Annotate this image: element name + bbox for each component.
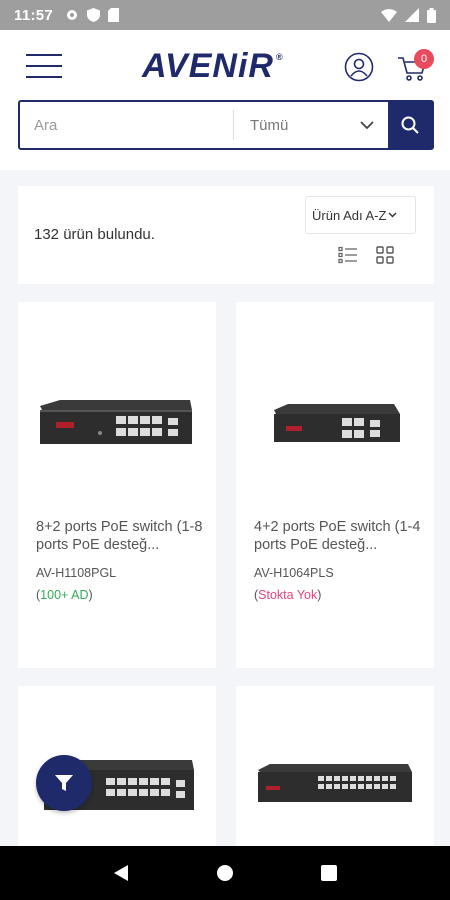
status-bar: 11:57 (0, 0, 450, 30)
category-select[interactable]: Tümü (234, 102, 388, 148)
search-input[interactable] (20, 102, 233, 148)
grid-view-icon[interactable] (376, 246, 394, 264)
recents-icon[interactable] (320, 865, 337, 881)
sort-select[interactable]: Ürün Adı A-Z (305, 196, 416, 234)
app-header: AVENiR® 0 Tümü (0, 30, 450, 170)
brand-logo[interactable]: AVENiR ® (142, 46, 312, 86)
status-time: 11:57 (14, 6, 54, 24)
shield-icon (87, 8, 101, 22)
signal-icon (405, 8, 419, 22)
battery-icon (427, 7, 436, 23)
back-icon[interactable] (113, 864, 129, 882)
chevron-down-icon (388, 212, 397, 218)
filter-button[interactable] (36, 755, 92, 811)
product-title[interactable]: 4+2 ports PoE switch (1-4 ports PoE dest… (254, 518, 424, 554)
chevron-down-icon (360, 120, 374, 129)
product-sku: AV-H1064PLS (254, 566, 334, 580)
category-select-value: Tümü (250, 116, 289, 134)
sort-select-value: Ürün Adı A-Z (312, 207, 387, 223)
results-toolbar: 132 ürün bulundu. Ürün Adı A-Z (18, 186, 434, 284)
stock-status: (Stokta Yok) (254, 588, 322, 602)
filter-icon (55, 775, 73, 791)
result-count: 132 ürün bulundu. (34, 226, 155, 243)
stock-status: (100+ AD) (36, 588, 93, 602)
sd-card-icon (108, 8, 120, 22)
user-icon[interactable] (344, 52, 374, 82)
product-card[interactable]: 4+2 ports PoE switch (1-4 ports PoE dest… (236, 302, 434, 668)
product-card[interactable]: 8+2 ports PoE switch (1-8 ports PoE dest… (18, 302, 216, 668)
search-button[interactable] (388, 102, 432, 148)
product-image (274, 404, 400, 442)
product-image (258, 764, 412, 802)
stock-status-value: 100+ AD (40, 588, 89, 602)
list-view-icon[interactable] (338, 246, 358, 264)
product-card[interactable] (236, 686, 434, 866)
product-title[interactable]: 8+2 ports PoE switch (1-8 ports PoE dest… (36, 518, 206, 554)
hamburger-menu-icon[interactable] (26, 54, 62, 78)
system-navigation-bar (0, 846, 450, 900)
stock-status-value: Stokta Yok (258, 588, 318, 602)
settings-icon (67, 10, 78, 20)
cart-count-badge: 0 (414, 49, 434, 69)
wifi-icon (381, 8, 397, 22)
product-image (40, 400, 192, 444)
product-sku: AV-H1108PGL (36, 566, 117, 580)
home-icon[interactable] (216, 864, 234, 882)
search-icon (401, 116, 419, 134)
search-bar: Tümü (18, 100, 434, 150)
